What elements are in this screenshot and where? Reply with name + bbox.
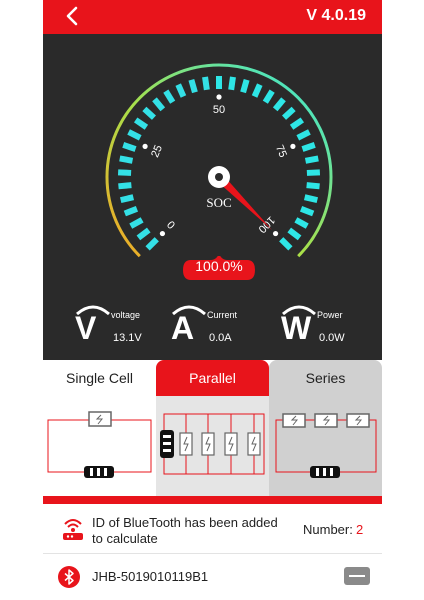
gauge-tick-label: 50: [213, 104, 225, 116]
gauge-segment: [117, 169, 132, 176]
current-value: 0.0A: [209, 332, 232, 344]
dashboard-panel: 0255075100 SOC 100.0% V voltage 13.1V A …: [43, 34, 382, 360]
gauge-segment: [133, 117, 149, 130]
gauge-segment: [306, 182, 320, 190]
gauge-segment: [175, 83, 187, 98]
gauge-segment: [306, 169, 321, 176]
gauge-segment: [299, 205, 315, 217]
mode-parallel[interactable]: Parallel: [156, 360, 269, 496]
gauge-segment: [152, 97, 166, 112]
series-circuit-icon: [275, 413, 377, 478]
number-value: 2: [356, 522, 364, 537]
gauge-segment: [119, 194, 135, 204]
gauge-segment: [129, 217, 144, 229]
parallel-diagram: [156, 396, 269, 496]
gauge-segment: [145, 237, 159, 251]
bluetooth-info-text: ID of BlueTooth has been added to calcul…: [92, 515, 278, 546]
gauge-hub-center: [215, 173, 223, 181]
voltage-value: 13.1V: [113, 332, 142, 344]
app-version: V 4.0.19: [306, 7, 366, 24]
top-bar: V 4.0.19: [43, 0, 382, 34]
single-cell-diagram: [43, 396, 156, 496]
gauge-tick-dot: [142, 143, 148, 149]
gauge-tick-label: 75: [273, 143, 289, 159]
gauge-segment: [136, 227, 151, 241]
soc-value: 100.0%: [195, 258, 243, 274]
tab-parallel[interactable]: Parallel: [156, 360, 269, 396]
gauge-segment: [118, 182, 132, 190]
current-letter: A: [171, 310, 195, 346]
power-meter: W Power 0.0W: [281, 302, 381, 352]
gauge-segment: [301, 142, 316, 152]
accent-divider: [43, 496, 382, 504]
tab-single-cell[interactable]: Single Cell: [43, 360, 156, 396]
app-screen: V 4.0.19 0255075100 SOC 100.0% V voltage…: [43, 0, 382, 600]
voltage-meter: V voltage 13.1V: [75, 302, 175, 352]
gauge-segment: [163, 89, 176, 104]
gauge-segment: [296, 129, 311, 141]
bluetooth-count-row: ID of BlueTooth has been added to calcul…: [43, 506, 382, 554]
gauge-segment: [228, 76, 236, 91]
gauge-tick-dot: [272, 230, 279, 237]
gauge-segment: [119, 155, 134, 164]
gauge-segment: [188, 79, 198, 94]
gauge-segment: [287, 227, 302, 241]
gauge-segment: [262, 89, 275, 104]
gauge-segment: [127, 129, 142, 141]
tab-series[interactable]: Series: [269, 360, 382, 396]
router-wifi-icon: [63, 519, 83, 540]
gauge-tick-dot: [159, 230, 166, 237]
bluetooth-icon: [58, 566, 80, 588]
gauge-segment: [279, 237, 293, 251]
gauge-segment: [304, 155, 319, 164]
device-name: JHB-5019010119B1: [92, 569, 209, 584]
gauge-segment: [142, 106, 156, 120]
remove-device-button[interactable]: [344, 567, 370, 585]
gauge-segment: [122, 142, 137, 152]
gauge-segment: [282, 106, 296, 120]
mode-series[interactable]: Series: [269, 360, 382, 496]
gauge-tick-dot: [290, 143, 296, 149]
gauge-tick-dot: [216, 94, 222, 100]
gauge-segment: [303, 194, 319, 204]
series-diagram: [269, 396, 382, 496]
gauge-segment: [123, 205, 139, 217]
chevron-left-icon[interactable]: [61, 4, 85, 28]
power-value: 0.0W: [319, 332, 345, 344]
soc-center-label: SOC: [206, 195, 231, 210]
gauge-segment: [294, 217, 309, 229]
parallel-circuit-icon: [160, 413, 265, 475]
gauge-tick-label: 0: [165, 218, 178, 231]
gauge-segment: [251, 83, 263, 98]
voltage-letter: V: [75, 310, 97, 346]
voltage-label: voltage: [111, 310, 141, 320]
mode-single-cell[interactable]: Single Cell: [43, 360, 156, 496]
gauge-tick-label: 25: [149, 143, 165, 159]
power-letter: W: [281, 310, 312, 346]
soc-gauge: 0255075100 SOC: [105, 63, 333, 258]
current-meter: A Current 0.0A: [171, 302, 271, 352]
gauge-segment: [272, 97, 286, 112]
gauge-segment: [202, 76, 210, 91]
power-label: Power: [317, 310, 343, 320]
single-cell-circuit-icon: [47, 411, 152, 478]
gauge-outer-arc: [105, 63, 333, 258]
device-list-item[interactable]: JHB-5019010119B1: [43, 556, 382, 600]
gauge-segment: [240, 79, 250, 94]
number-label: Number:: [303, 522, 353, 537]
current-label: Current: [207, 310, 238, 320]
gauge-segment: [289, 117, 305, 130]
